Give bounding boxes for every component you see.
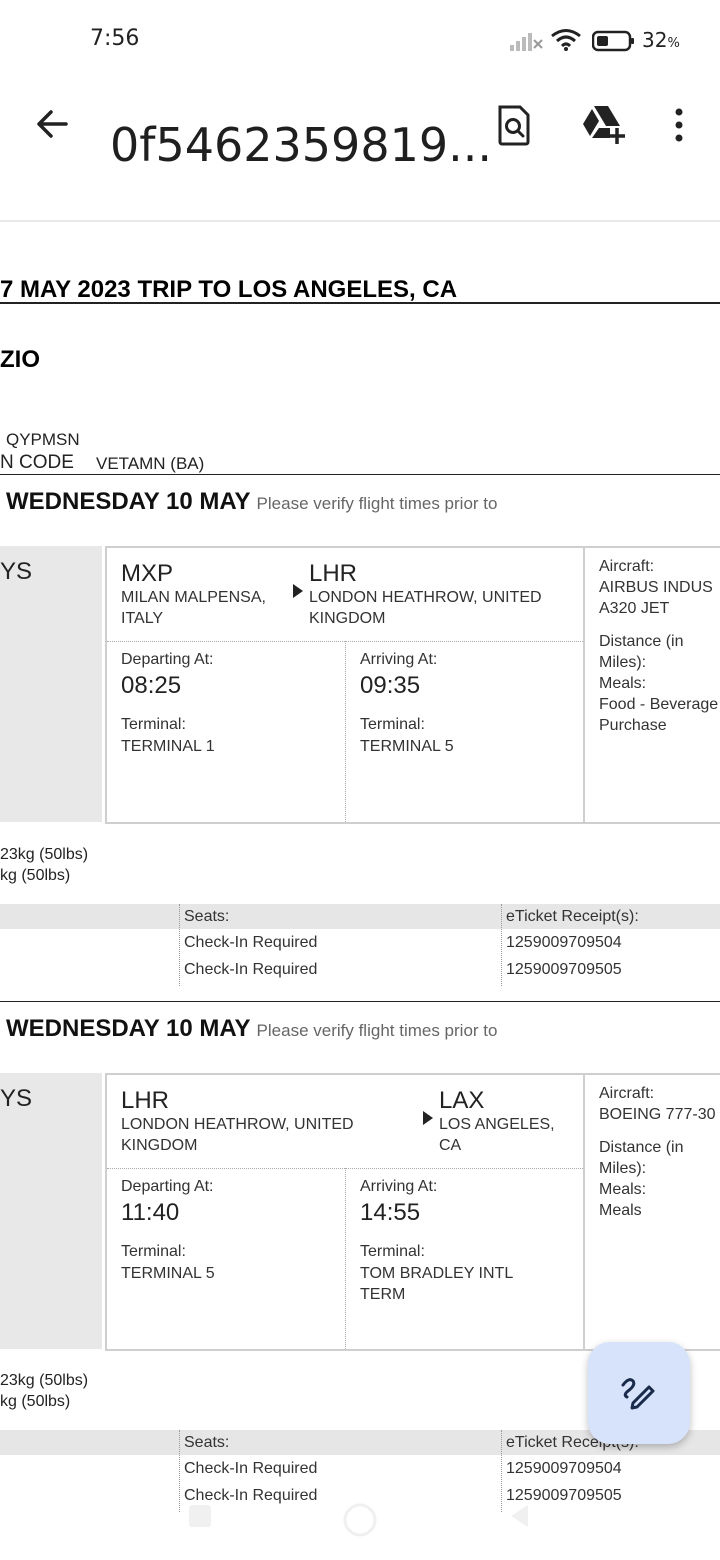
- divider: [179, 904, 180, 986]
- arriving-time: 09:35: [360, 672, 421, 699]
- seat-value: Check-In Required: [184, 1460, 318, 1477]
- wifi-icon: [551, 29, 581, 51]
- divider: [583, 1075, 585, 1349]
- arrival-terminal: TERMINAL 5: [360, 738, 454, 755]
- origin-code: LHR: [121, 1087, 170, 1114]
- seat-value: Check-In Required: [184, 934, 318, 951]
- origin-city: LONDON HEATHROW, UNITED KINGDOM: [121, 1116, 354, 1154]
- passenger-name: ZIO: [0, 346, 40, 373]
- terminal-label: Terminal:: [360, 1243, 425, 1260]
- airline-fragment: YS: [0, 558, 33, 585]
- divider: [0, 302, 720, 304]
- arrival-terminal: TOM BRADLEY INTL TERM: [360, 1265, 513, 1303]
- airline-column: [0, 546, 102, 822]
- eticket-label: eTicket Receipt(s):: [506, 908, 639, 925]
- aircraft-info: Aircraft: BOEING 777-30 Distance (in Miles…: [599, 1085, 716, 1219]
- signal-icon: [510, 33, 543, 51]
- departure-terminal: TERMINAL 5: [121, 1265, 215, 1282]
- flight-day-heading: WEDNESDAY 10 MAY Please verify flight tim…: [6, 488, 498, 515]
- document-title: 0f5462359819...: [110, 118, 492, 172]
- divider: [179, 1430, 180, 1512]
- confirmation-value-ba: VETAMN (BA): [96, 454, 205, 473]
- battery-percent: 32%: [642, 28, 680, 52]
- flight-segment-card: MXP MILAN MALPENSA, ITALY LHR LONDON HEA…: [105, 546, 720, 824]
- document-search-icon[interactable]: [496, 104, 532, 146]
- airline-column: [0, 1073, 102, 1349]
- divider: [345, 1168, 346, 1349]
- departing-time: 11:40: [121, 1199, 180, 1226]
- destination-city: LONDON HEATHROW, UNITED KINGDOM: [309, 589, 542, 627]
- baggage-info: 23kg (50lbs) kg (50lbs): [0, 1372, 89, 1410]
- arrow-right-icon: [293, 584, 303, 598]
- departing-time: 08:25: [121, 672, 182, 699]
- edit-fab-button[interactable]: [588, 1342, 690, 1444]
- eticket-number: 1259009709504: [506, 934, 622, 951]
- departing-label: Departing At:: [121, 1178, 214, 1195]
- home-icon: [343, 1503, 377, 1537]
- seats-label: Seats:: [184, 908, 230, 925]
- confirmation-label: N CODE: [0, 452, 74, 473]
- arriving-label: Arriving At:: [360, 1178, 438, 1195]
- edit-pen-icon: [621, 1378, 655, 1410]
- app-bar: 0f5462359819...: [0, 84, 720, 222]
- battery-icon: [592, 30, 634, 52]
- airline-fragment: YS: [0, 1085, 33, 1112]
- destination-code: LAX: [439, 1087, 485, 1114]
- status-time: 7:56: [90, 26, 140, 51]
- eticket-number: 1259009709504: [506, 1460, 622, 1477]
- arrow-right-icon: [423, 1111, 433, 1125]
- terminal-label: Terminal:: [121, 1243, 186, 1260]
- divider: [345, 641, 346, 822]
- confirmation-value: QYPMSN: [6, 430, 80, 449]
- destination-code: LHR: [309, 560, 358, 587]
- drive-add-icon[interactable]: [580, 104, 626, 144]
- divider: [0, 1001, 720, 1002]
- destination-city: LOS ANGELES, CA: [439, 1116, 555, 1154]
- recents-icon: [189, 1505, 211, 1527]
- back-nav-icon: [511, 1505, 528, 1527]
- divider: [501, 1430, 502, 1512]
- divider: [501, 904, 502, 986]
- seats-label: Seats:: [184, 1434, 230, 1451]
- trip-title: 7 MAY 2023 TRIP TO LOS ANGELES, CA: [0, 276, 458, 303]
- more-vertical-icon[interactable]: [668, 104, 690, 146]
- seat-value: Check-In Required: [184, 961, 318, 978]
- eticket-number: 1259009709505: [506, 961, 622, 978]
- terminal-label: Terminal:: [360, 716, 425, 733]
- arrow-left-icon[interactable]: [32, 104, 72, 144]
- terminal-label: Terminal:: [121, 716, 186, 733]
- aircraft-info: Aircraft: AIRBUS INDUS A320 JET Distance (…: [599, 558, 719, 734]
- arriving-time: 14:55: [360, 1199, 421, 1226]
- flight-segment-card: LHR LONDON HEATHROW, UNITED KINGDOM LAX …: [105, 1073, 720, 1351]
- flight-day-heading: WEDNESDAY 10 MAY Please verify flight tim…: [6, 1015, 498, 1042]
- divider: [583, 548, 585, 822]
- origin-code: MXP: [121, 560, 174, 587]
- baggage-info: 23kg (50lbs) kg (50lbs): [0, 846, 89, 884]
- divider: [0, 474, 720, 475]
- status-bar: 7:56 32%: [0, 0, 720, 84]
- departure-terminal: TERMINAL 1: [121, 738, 215, 755]
- origin-city: MILAN MALPENSA, ITALY: [121, 589, 266, 627]
- departing-label: Departing At:: [121, 651, 214, 668]
- arriving-label: Arriving At:: [360, 651, 438, 668]
